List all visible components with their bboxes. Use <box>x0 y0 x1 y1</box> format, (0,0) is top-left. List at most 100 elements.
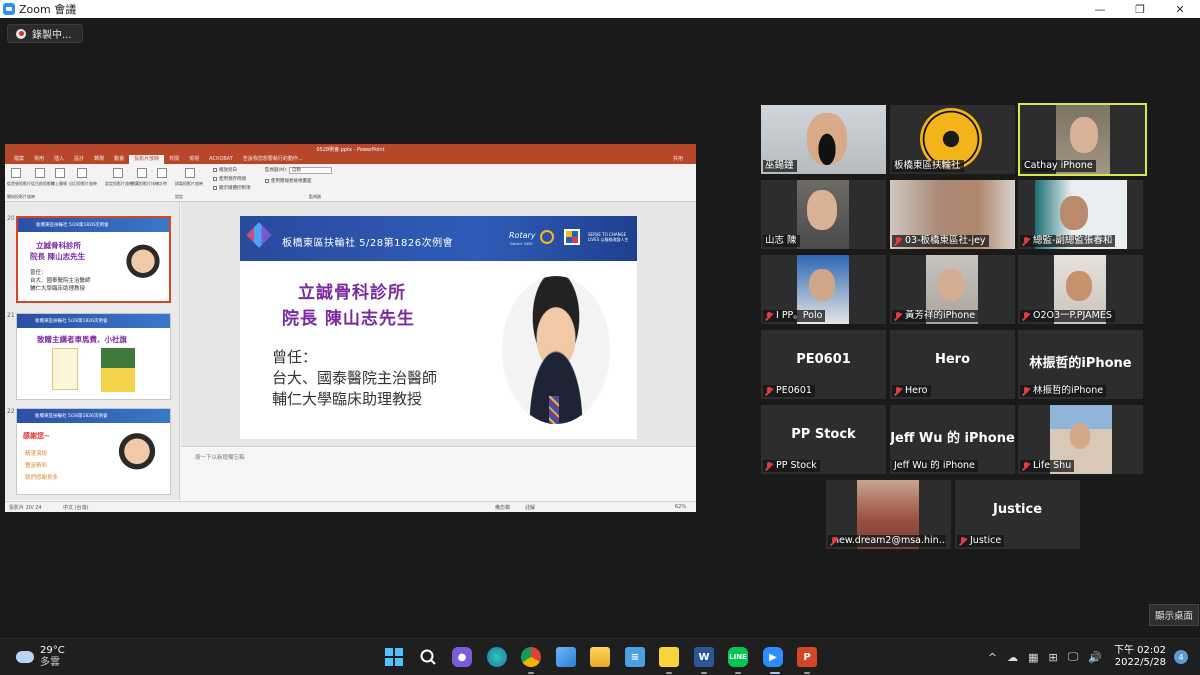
record-icon <box>16 28 26 39</box>
volume-icon[interactable]: 🔊 <box>1088 651 1102 664</box>
participant-tile[interactable]: Hero Hero <box>890 330 1015 399</box>
maximize-button[interactable]: ❐ <box>1120 0 1160 18</box>
monitor-label: 監視器(M): 自動 <box>265 167 332 174</box>
network-icon[interactable]: 🖵 <box>1068 650 1079 664</box>
participant-name-tag: 總監-副總監張春和 <box>1020 235 1116 247</box>
tray-app-icon[interactable]: ▦ <box>1028 651 1038 664</box>
word-icon[interactable]: W <box>694 647 714 667</box>
windows-start-icon[interactable] <box>384 647 404 667</box>
slide-thumbnail-21[interactable]: 板橋東區扶輪社 5/28第1826次例會 致贈主講者車馬費、小社旗 <box>16 313 171 400</box>
ribbon-label: 線上簡報 <box>51 181 67 186</box>
rotary-wheel-icon <box>540 230 554 244</box>
running-indicator <box>666 672 672 674</box>
window-titlebar: Zoom 會議 — ❐ ✕ <box>0 0 1200 18</box>
ribbon-label: 錄製投影片放映 <box>175 181 203 186</box>
ppt-menu-acrobat[interactable]: ACROBAT <box>204 156 238 164</box>
record-show-icon[interactable] <box>185 168 195 178</box>
thumb-line: 精湛演說 <box>25 451 48 457</box>
check-narration[interactable]: 播放旁白 <box>213 167 237 173</box>
chrome-icon[interactable] <box>521 647 541 667</box>
edge-icon[interactable] <box>487 647 507 667</box>
participant-tile[interactable]: 板橋東區扶輪社 <box>890 105 1015 174</box>
zoom-app-icon <box>3 3 15 15</box>
ppt-menu-animations[interactable]: 動畫 <box>109 155 129 164</box>
participant-name-tag: Life Shu <box>1020 460 1075 472</box>
ppt-share-button[interactable]: 共用 <box>668 155 688 164</box>
notes-toggle[interactable]: 備忘稿 <box>495 504 510 511</box>
notepad-icon[interactable]: ≡ <box>625 647 645 667</box>
slide-thumbnail-22[interactable]: 板橋東區扶輪社 5/28第1826次例會 感謝您~ 精湛演說 豐富精彩 我們感謝… <box>16 408 171 495</box>
weather-widget[interactable]: 29°C 多雲 <box>16 645 65 669</box>
ppt-menu-insert[interactable]: 插入 <box>49 155 69 164</box>
monitor-select[interactable]: 自動 <box>288 167 332 174</box>
clock[interactable]: 下午 02:02 2022/5/28 <box>1114 645 1166 669</box>
from-beginning-icon[interactable] <box>11 168 21 178</box>
running-indicator <box>735 672 741 674</box>
participant-tile[interactable]: Jeff Wu 的 iPhone Jeff Wu 的 iPhone <box>890 405 1015 474</box>
from-current-icon[interactable] <box>35 168 45 178</box>
file-explorer-icon[interactable] <box>590 647 610 667</box>
thumb-band: 板橋東區扶輪社 5/28第1826次例會 <box>17 409 170 423</box>
participant-tile[interactable]: O2O3一P.PJAMES <box>1018 255 1143 324</box>
ppt-menu-slideshow[interactable]: 投影片放映 <box>129 155 165 164</box>
participant-tile[interactable]: Life Shu <box>1018 405 1143 474</box>
participant-tile[interactable]: 黃芳祥的iPhone <box>890 255 1015 324</box>
participant-tile-active-speaker[interactable]: Cathay iPhone <box>1018 103 1147 176</box>
notification-badge[interactable]: 4 <box>1174 650 1188 664</box>
participant-face <box>809 269 835 301</box>
thumb-line: 曾任： <box>30 270 47 276</box>
ribbon-label: 排練計時 <box>151 181 167 186</box>
participant-tile[interactable]: Justice Justice <box>955 480 1080 549</box>
custom-show-icon[interactable] <box>77 168 87 178</box>
check-timings[interactable]: 使用預存時間 <box>213 176 246 182</box>
ppt-menu-view[interactable]: 檢視 <box>184 155 204 164</box>
zoom-icon[interactable]: ▶ <box>763 647 783 667</box>
powerpoint-icon[interactable]: P <box>797 647 817 667</box>
line-icon[interactable]: LINE <box>728 647 748 667</box>
participant-tile[interactable]: new.dream2@msa.hin... <box>826 480 951 549</box>
ppt-tell-me[interactable]: 告訴我您想要執行的動作... <box>238 155 308 164</box>
ppt-menu-transitions[interactable]: 轉場 <box>89 155 109 164</box>
current-slide[interactable]: 板橋東區扶輪社 5/28第1826次例會 Rotary District 349… <box>240 216 637 439</box>
slide-thumbnail-20[interactable]: 板橋東區扶輪社 5/28第1826次例會 立誠骨科診所 院長 陳山志先生 曾任：… <box>16 216 171 303</box>
teams-chat-icon[interactable]: ● <box>452 647 472 667</box>
onedrive-icon[interactable]: ☁ <box>1007 651 1018 664</box>
slide-line: 台大、國泰醫院主治醫師 <box>272 369 438 387</box>
hide-slide-icon[interactable] <box>137 168 147 178</box>
participant-tile[interactable]: 巫錫鐘 <box>761 105 886 174</box>
online-present-icon[interactable] <box>55 168 65 178</box>
muted-mic-icon <box>765 386 773 396</box>
input-method-icon[interactable]: ⊞ <box>1048 651 1057 664</box>
ppt-menu-file[interactable]: 檔案 <box>9 155 29 164</box>
tray-overflow-icon[interactable]: ^ <box>988 651 997 664</box>
sticky-notes-icon[interactable] <box>659 647 679 667</box>
zoom-level[interactable]: 62% <box>675 504 686 510</box>
participant-tile[interactable]: 03-板橋東區社-jey <box>890 180 1015 249</box>
recording-indicator[interactable]: 錄製中... <box>7 24 83 43</box>
participant-tile[interactable]: PE0601 PE0601 <box>761 330 886 399</box>
ppt-menu-review[interactable]: 校閱 <box>164 155 184 164</box>
setup-show-icon[interactable] <box>113 168 123 178</box>
comments-toggle[interactable]: 註解 <box>525 504 535 511</box>
photos-icon[interactable] <box>556 647 576 667</box>
ppt-menu-home[interactable]: 常用 <box>29 155 49 164</box>
ppt-ribbon: 從首張投影片 從目前投影片 線上簡報 自訂投影片放映 設定投影片放映 隱藏投影片… <box>5 164 696 202</box>
participant-tile[interactable]: 林振哲的iPhone 林振哲的iPhone <box>1018 330 1143 399</box>
minimize-button[interactable]: — <box>1080 0 1120 18</box>
participant-tile[interactable]: 總監-副總監張春和 <box>1018 180 1143 249</box>
participant-face <box>1066 271 1092 301</box>
notes-pane[interactable]: 按一下以新增備忘稿 <box>181 446 696 500</box>
ppt-menu-design[interactable]: 設計 <box>69 155 89 164</box>
check-media-controls[interactable]: 顯示媒體控制項 <box>213 185 251 191</box>
close-button[interactable]: ✕ <box>1160 0 1200 18</box>
participant-tile[interactable]: I PP。Polo <box>761 255 886 324</box>
ribbon-label: 自訂投影片放映 <box>69 181 97 186</box>
participant-name-tag: PE0601 <box>763 385 815 397</box>
rehearse-timings-icon[interactable] <box>157 168 167 178</box>
participant-tile[interactable]: 山志 陳 <box>761 180 886 249</box>
serve-logo-icon <box>564 229 580 245</box>
check-presenter-view[interactable]: 使用簡報者檢視畫面 <box>265 178 312 184</box>
ppt-title: 0528例會.pptx - PowerPoint <box>316 146 385 153</box>
participant-tile[interactable]: PP Stock PP Stock <box>761 405 886 474</box>
search-icon[interactable] <box>418 647 438 667</box>
